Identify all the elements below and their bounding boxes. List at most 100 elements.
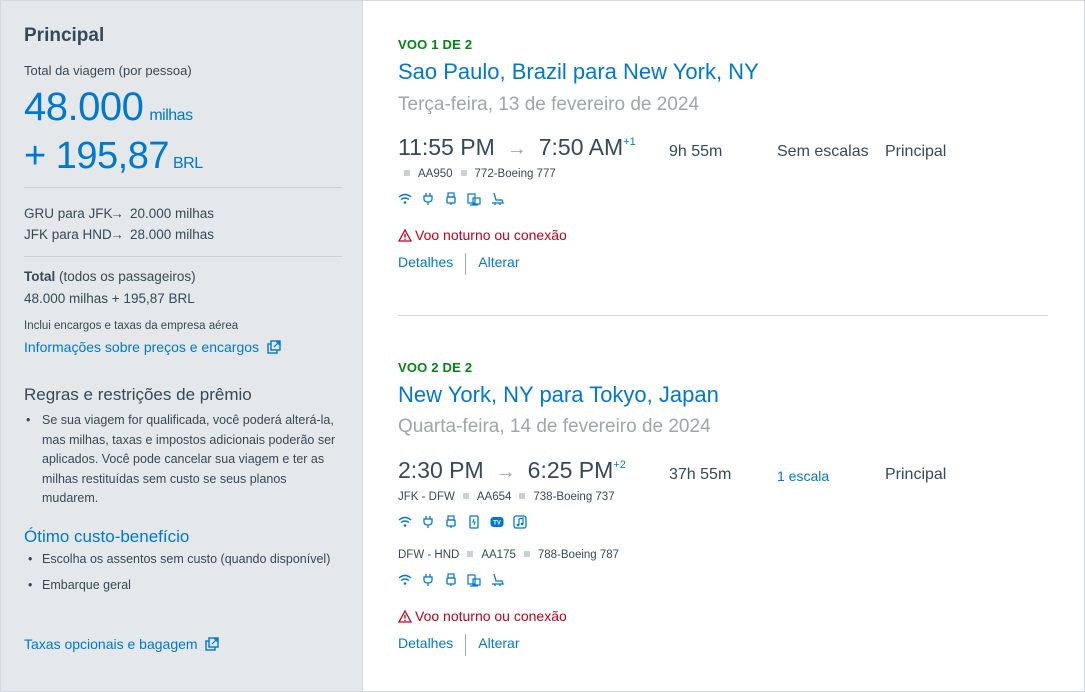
brl-amount: 195,87 — [55, 135, 170, 177]
miles-amount: 48.000 — [24, 85, 144, 129]
overnight-warning-text: Voo noturno ou conexão — [415, 608, 567, 624]
miles-total: 48.000 milhas — [24, 85, 193, 130]
flight-equipment: AA950 772-Boeing 777 — [398, 168, 556, 180]
warning-icon — [397, 228, 413, 242]
best-value-list: • Escolha os assentos sem custo (quando d… — [24, 550, 342, 601]
award-rules-body: Se sua viagem for qualificada, você pode… — [42, 413, 336, 505]
music-icon — [513, 515, 527, 529]
arrive-time: 6:25 PM — [527, 457, 614, 483]
flight-cabin: Principal — [885, 143, 947, 160]
arrow-right-icon: → — [495, 461, 516, 483]
includes-note: Inclui encargos e taxas da empresa aérea — [24, 320, 239, 332]
flight-cabin: Principal — [885, 466, 947, 483]
usb-icon — [446, 515, 456, 528]
optional-fees-link-text[interactable]: Taxas opcionais e bagagem — [24, 636, 198, 652]
best-value-item-text: Escolha os assentos sem custo (quando di… — [42, 552, 331, 566]
entertainment-icon — [467, 574, 481, 587]
brl-total: + 195,87 BRL — [24, 135, 203, 178]
award-rules-text: • Se sua viagem for qualificada, você po… — [24, 411, 342, 509]
lie-flat-seat-icon — [492, 573, 504, 586]
external-link-icon — [205, 637, 220, 651]
total-value: 48.000 milhas + 195,87 BRL — [24, 291, 195, 306]
miles-unit: milhas — [149, 107, 193, 124]
segment-miles-row: JFK para HND→ 28.000 milhas — [24, 227, 214, 242]
segment-miles: 28.000 milhas — [130, 227, 215, 242]
flight-details-panel: VOO 1 DE 2 Sao Paulo, Brazil para New Yo… — [364, 1, 1084, 691]
details-link[interactable]: Detalhes — [398, 635, 453, 651]
stops-link[interactable]: 1 escala — [777, 468, 829, 484]
entertainment-icon — [467, 193, 481, 206]
segment-route: JFK para HND — [24, 227, 112, 242]
wifi-icon — [398, 193, 412, 204]
flight-divider — [398, 315, 1048, 316]
overnight-warning: Voo noturno ou conexão — [397, 608, 567, 624]
segment-miles: 20.000 milhas — [130, 206, 215, 221]
brl-prefix: + — [24, 135, 46, 177]
flight-date: Quarta-feira, 14 de fevereiro de 2024 — [398, 416, 711, 437]
arrive-time: 7:50 AM — [538, 134, 624, 160]
amenities-row: TV — [398, 515, 527, 529]
leg-route: DFW - HND — [398, 549, 460, 561]
brl-unit: BRL — [173, 155, 203, 172]
segment-route: GRU para JFK — [24, 206, 113, 221]
arrow-right-icon: → — [110, 227, 124, 242]
usb-icon — [446, 192, 456, 205]
flight-duration: 9h 55m — [669, 143, 723, 160]
amenities-row — [398, 573, 504, 587]
flight-actions: Detalhes Alterar — [398, 253, 520, 275]
flight-number-label: VOO 1 DE 2 — [398, 37, 473, 52]
flight-equipment: DFW - HND AA175 788-Boeing 787 — [398, 549, 619, 561]
tv-icon: TV — [490, 517, 504, 527]
aircraft: 788-Boeing 787 — [537, 549, 620, 561]
flight-times: 2:30 PM → 6:25 PM+2 — [398, 457, 626, 484]
separator — [465, 253, 467, 275]
depart-time: 2:30 PM — [398, 457, 484, 483]
aircraft: 772-Boeing 777 — [474, 168, 556, 180]
flight-actions: Detalhes Alterar — [398, 634, 520, 656]
power-icon — [423, 193, 433, 205]
flight-number-label: VOO 2 DE 2 — [398, 360, 473, 375]
phone-icon — [469, 515, 479, 529]
pricing-info-link[interactable]: Informações sobre preços e encargos — [24, 339, 281, 355]
depart-time: 11:55 PM — [398, 134, 495, 160]
leg-route: JFK - DFW — [398, 491, 455, 503]
external-link-icon — [267, 340, 281, 354]
flight-number: AA950 — [418, 168, 453, 180]
flight-route-title: Sao Paulo, Brazil para New York, NY — [398, 59, 759, 84]
day-offset: +2 — [613, 459, 626, 471]
flight-times: 11:55 PM → 7:50 AM+1 — [398, 134, 636, 161]
wifi-icon — [398, 574, 412, 585]
divider — [24, 256, 342, 257]
arrow-right-icon: → — [110, 206, 124, 221]
change-link[interactable]: Alterar — [478, 254, 519, 270]
flight-number: AA654 — [476, 491, 512, 503]
total-bold: Total — [24, 269, 56, 284]
amenities-row — [398, 192, 504, 206]
best-value-title: Ótimo custo-benefício — [24, 527, 190, 546]
details-link[interactable]: Detalhes — [398, 254, 453, 270]
flight-equipment: JFK - DFW AA654 738-Boeing 737 — [398, 491, 615, 503]
aircraft: 738-Boeing 737 — [533, 491, 615, 503]
award-rules-title: Regras e restrições de prêmio — [24, 385, 252, 404]
usb-icon — [446, 573, 456, 586]
flight-route-title: New York, NY para Tokyo, Japan — [398, 382, 719, 407]
change-link[interactable]: Alterar — [478, 635, 519, 651]
total-all-passengers-label: Total (todos os passageiros) — [24, 269, 196, 284]
power-icon — [423, 516, 433, 528]
divider — [24, 187, 342, 188]
list-item: • Embarque geral — [28, 577, 131, 592]
flight-stops: Sem escalas — [777, 143, 869, 160]
svg-text:TV: TV — [493, 521, 501, 527]
lie-flat-seat-icon — [492, 192, 504, 205]
best-value-item-text: Embarque geral — [42, 577, 131, 592]
pricing-info-link-text[interactable]: Informações sobre preços e encargos — [24, 339, 259, 355]
flight-number: AA175 — [481, 549, 516, 561]
list-item: • Escolha os assentos sem custo (quando d… — [28, 552, 331, 566]
separator — [465, 634, 467, 656]
overnight-warning: Voo noturno ou conexão — [397, 227, 567, 243]
optional-fees-link[interactable]: Taxas opcionais e bagagem — [24, 636, 220, 652]
power-icon — [423, 574, 433, 586]
price-sidebar: Principal Total da viagem (por pessoa) 4… — [1, 1, 363, 691]
trip-total-label: Total da viagem (por pessoa) — [24, 63, 192, 78]
warning-icon — [397, 609, 413, 623]
